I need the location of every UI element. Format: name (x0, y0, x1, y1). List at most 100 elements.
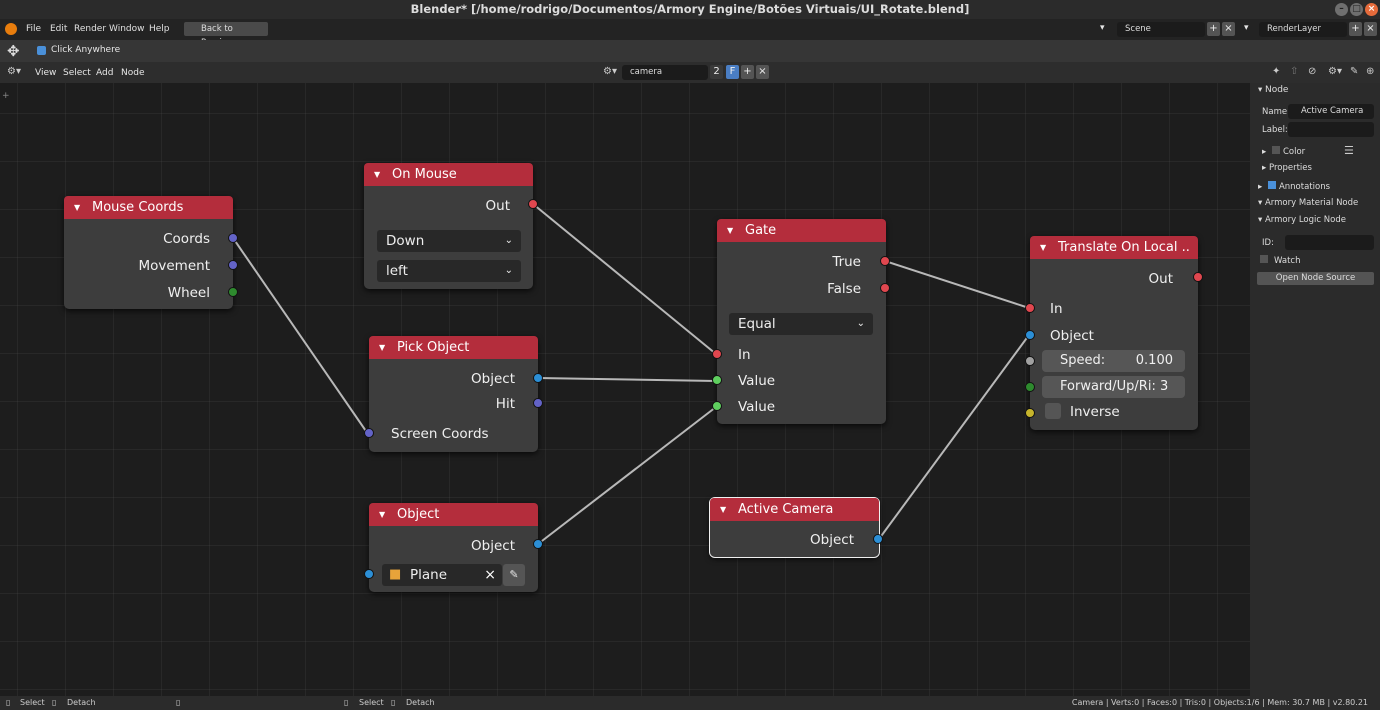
scene-add-button[interactable]: + (1207, 22, 1220, 36)
collapse-icon[interactable]: ▼ (720, 498, 726, 521)
pin-icon[interactable]: ✦ (1272, 66, 1280, 77)
node-header[interactable]: ▼ Translate On Local .. (1030, 236, 1198, 259)
new-tree-button[interactable]: + (741, 65, 754, 79)
output-socket[interactable] (880, 283, 890, 293)
node-header[interactable]: ▼ Pick Object (369, 336, 538, 359)
users-count[interactable]: 2 (710, 65, 723, 79)
close-icon[interactable]: × (1365, 3, 1378, 16)
scene-field[interactable]: Scene (1117, 22, 1205, 37)
menu-edit[interactable]: Edit (50, 19, 67, 40)
node-on-mouse[interactable]: ▼ On Mouse Out Down ⌄ left ⌄ (364, 163, 538, 289)
input-socket[interactable] (1025, 408, 1035, 418)
output-socket[interactable] (528, 199, 538, 209)
node-translate-on-local[interactable]: ▼ Translate On Local .. Out In Object Spe… (1025, 236, 1203, 430)
node-gate[interactable]: ▼ Gate True False Equal ⌄ In Value Value (712, 219, 890, 424)
renderlayer-add-button[interactable]: + (1349, 22, 1362, 36)
settings-icon[interactable]: ☰ (1344, 144, 1354, 157)
menu-add[interactable]: Add (96, 68, 113, 78)
menu-select[interactable]: Select (63, 68, 91, 78)
color-checkbox[interactable] (1271, 146, 1280, 154)
inverse-checkbox[interactable] (1045, 403, 1061, 419)
node-header[interactable]: ▼ Gate (717, 219, 886, 242)
open-node-source-button[interactable]: Open Node Source (1257, 272, 1374, 285)
eyedropper-icon[interactable]: ✎ (1350, 66, 1358, 77)
watch-toggle[interactable]: Watch (1260, 255, 1300, 266)
node-header[interactable]: ▼ On Mouse (364, 163, 533, 186)
logic-tree-icon[interactable]: ⚙▾ (603, 66, 617, 77)
collapse-icon[interactable]: ▼ (379, 503, 385, 526)
node-tree-name-field[interactable]: camera (622, 65, 708, 80)
scene-icon[interactable]: ▾ (1100, 23, 1105, 33)
eyedropper-icon[interactable]: ✎ (503, 564, 525, 586)
input-socket[interactable] (364, 428, 374, 438)
parent-icon[interactable]: ⇧ (1290, 66, 1298, 77)
back-to-previous-button[interactable]: Back to Previous (184, 22, 268, 48)
move-tool-icon[interactable]: ✥ (7, 42, 20, 60)
output-socket[interactable] (533, 398, 543, 408)
fake-user-button[interactable]: F (726, 65, 739, 79)
input-socket[interactable] (712, 401, 722, 411)
menu-window[interactable]: Window (109, 19, 145, 40)
watch-checkbox[interactable] (1260, 255, 1268, 263)
node-header[interactable]: ▼ Object (369, 503, 538, 526)
menu-file[interactable]: File (26, 19, 41, 40)
node-pick-object[interactable]: ▼ Pick Object Object Hit Screen Coords (364, 336, 543, 452)
input-socket[interactable] (364, 569, 374, 579)
axis-field[interactable]: Forward/Up/Ri: 3 (1042, 376, 1185, 398)
output-socket[interactable] (533, 373, 543, 383)
output-socket[interactable] (533, 539, 543, 549)
menu-render[interactable]: Render (74, 19, 106, 40)
output-socket[interactable] (228, 233, 238, 243)
node-editor-canvas[interactable]: + ▼ Mouse Coords Coords Movement Wheel ▼ O… (0, 83, 1250, 696)
menu-view[interactable]: View (35, 68, 56, 78)
click-anywhere-checkbox[interactable] (37, 46, 46, 55)
color-toggle[interactable]: ▸ Color (1262, 146, 1305, 157)
input-socket[interactable] (1025, 303, 1035, 313)
speed-field[interactable]: Speed: 0.100 (1042, 350, 1185, 372)
collapse-icon[interactable]: ▼ (1040, 236, 1046, 259)
annotations-checkbox[interactable] (1267, 181, 1276, 189)
scene-remove-button[interactable]: × (1222, 22, 1235, 36)
armory-logic-toggle[interactable]: ▾ Armory Logic Node (1258, 215, 1346, 225)
annotations-toggle[interactable]: ▸ Annotations (1258, 181, 1330, 192)
menu-help[interactable]: Help (149, 19, 170, 40)
input-socket[interactable] (1025, 356, 1035, 366)
node-header[interactable]: ▼ Mouse Coords (64, 196, 233, 219)
link-icon[interactable]: ⊘ (1308, 66, 1316, 77)
clear-icon[interactable]: × (484, 564, 496, 586)
properties-toggle[interactable]: ▸ Properties (1262, 163, 1312, 173)
collapse-icon[interactable]: ▼ (374, 163, 380, 186)
maximize-icon[interactable]: □ (1350, 3, 1363, 16)
name-field[interactable]: Active Camera (1288, 104, 1374, 119)
node-editor-icon[interactable]: ⚙▾ (7, 66, 21, 77)
unlink-tree-button[interactable]: × (756, 65, 769, 79)
collapse-icon[interactable]: ▼ (379, 336, 385, 359)
blender-logo-icon[interactable] (5, 23, 17, 35)
zoom-icon[interactable]: ⊕ (1366, 66, 1374, 77)
id-field[interactable] (1285, 235, 1374, 250)
output-socket[interactable] (1193, 272, 1203, 282)
operator-dropdown[interactable]: Equal ⌄ (729, 313, 873, 335)
menu-node[interactable]: Node (121, 68, 145, 78)
input-socket[interactable] (712, 349, 722, 359)
renderlayer-remove-button[interactable]: × (1364, 22, 1377, 36)
section-node[interactable]: ▾ Node (1258, 85, 1288, 95)
renderlayer-icon[interactable]: ▾ (1244, 23, 1249, 33)
button-dropdown[interactable]: left ⌄ (377, 260, 521, 282)
collapse-icon[interactable]: ▼ (74, 196, 80, 219)
input-socket[interactable] (712, 375, 722, 385)
collapse-icon[interactable]: ▼ (727, 219, 733, 242)
input-socket[interactable] (1025, 330, 1035, 340)
snap-icon[interactable]: ⚙▾ (1328, 66, 1342, 77)
node-object[interactable]: ▼ Object Object ■ Plane × ✎ (364, 503, 543, 592)
output-socket[interactable] (873, 534, 883, 544)
object-field[interactable]: ■ Plane × (382, 564, 502, 586)
output-socket[interactable] (228, 260, 238, 270)
armory-material-toggle[interactable]: ▾ Armory Material Node (1258, 198, 1358, 208)
output-socket[interactable] (228, 287, 238, 297)
node-header[interactable]: ▼ Active Camera (710, 498, 879, 521)
minimize-icon[interactable]: – (1335, 3, 1348, 16)
node-mouse-coords[interactable]: ▼ Mouse Coords Coords Movement Wheel (64, 196, 238, 309)
node-active-camera[interactable]: ▼ Active Camera Object (709, 497, 883, 558)
output-socket[interactable] (880, 256, 890, 266)
